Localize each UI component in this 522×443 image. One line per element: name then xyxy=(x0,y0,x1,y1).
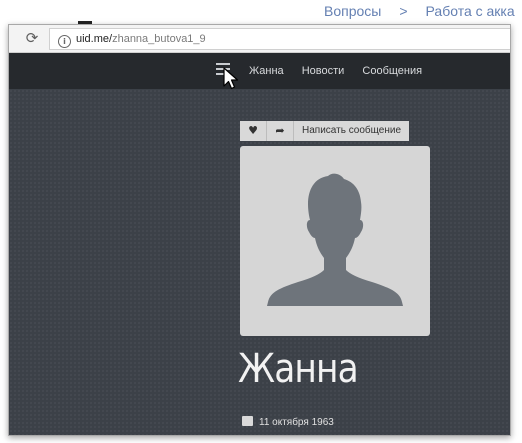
browser-window: ⟳ i uid.me/zhanna_butova1_9 Жанна Новости… xyxy=(8,24,511,436)
birthdate-text: 11 октября 1963 xyxy=(259,417,334,428)
url-path: zhanna_butova1_9 xyxy=(112,33,206,45)
reload-icon[interactable]: ⟳ xyxy=(23,29,41,47)
nav-links: Жанна Новости Сообщения xyxy=(249,53,437,89)
share-button[interactable]: ➦ xyxy=(267,121,294,141)
user-silhouette-icon xyxy=(267,173,403,306)
profile-actions: ♥ ➦ Написать сообщение xyxy=(240,121,410,141)
profile-name: Жанна xyxy=(238,346,359,392)
like-button[interactable]: ♥ xyxy=(240,121,267,141)
nav-link-news[interactable]: Новости xyxy=(302,65,345,77)
address-bar[interactable]: i uid.me/zhanna_butova1_9 xyxy=(49,28,510,50)
background-crumb-separator: > xyxy=(399,3,408,19)
nav-link-profile[interactable]: Жанна xyxy=(249,65,284,77)
mouse-cursor-icon xyxy=(223,67,239,90)
background-crumb-account: Работа с акка xyxy=(425,3,515,19)
url-host: uid.me/ xyxy=(76,33,113,45)
browser-toolbar: ⟳ i uid.me/zhanna_butova1_9 xyxy=(9,25,510,53)
birthday-cake-icon xyxy=(242,416,253,426)
top-navigation: Жанна Новости Сообщения xyxy=(9,53,510,90)
nav-link-messages[interactable]: Сообщения xyxy=(362,65,422,77)
info-icon[interactable]: i xyxy=(58,35,71,48)
birthdate-row: 11 октября 1963 xyxy=(242,415,334,431)
profile-page: Жанна Новости Сообщения ♥ ➦ Написать соо… xyxy=(9,53,510,435)
write-message-button[interactable]: Написать сообщение xyxy=(294,121,410,141)
background-crumb-questions: Вопросы xyxy=(324,3,382,19)
avatar[interactable] xyxy=(240,146,430,336)
background-breadcrumb: Вопросы > Работа с акка xyxy=(324,0,515,22)
